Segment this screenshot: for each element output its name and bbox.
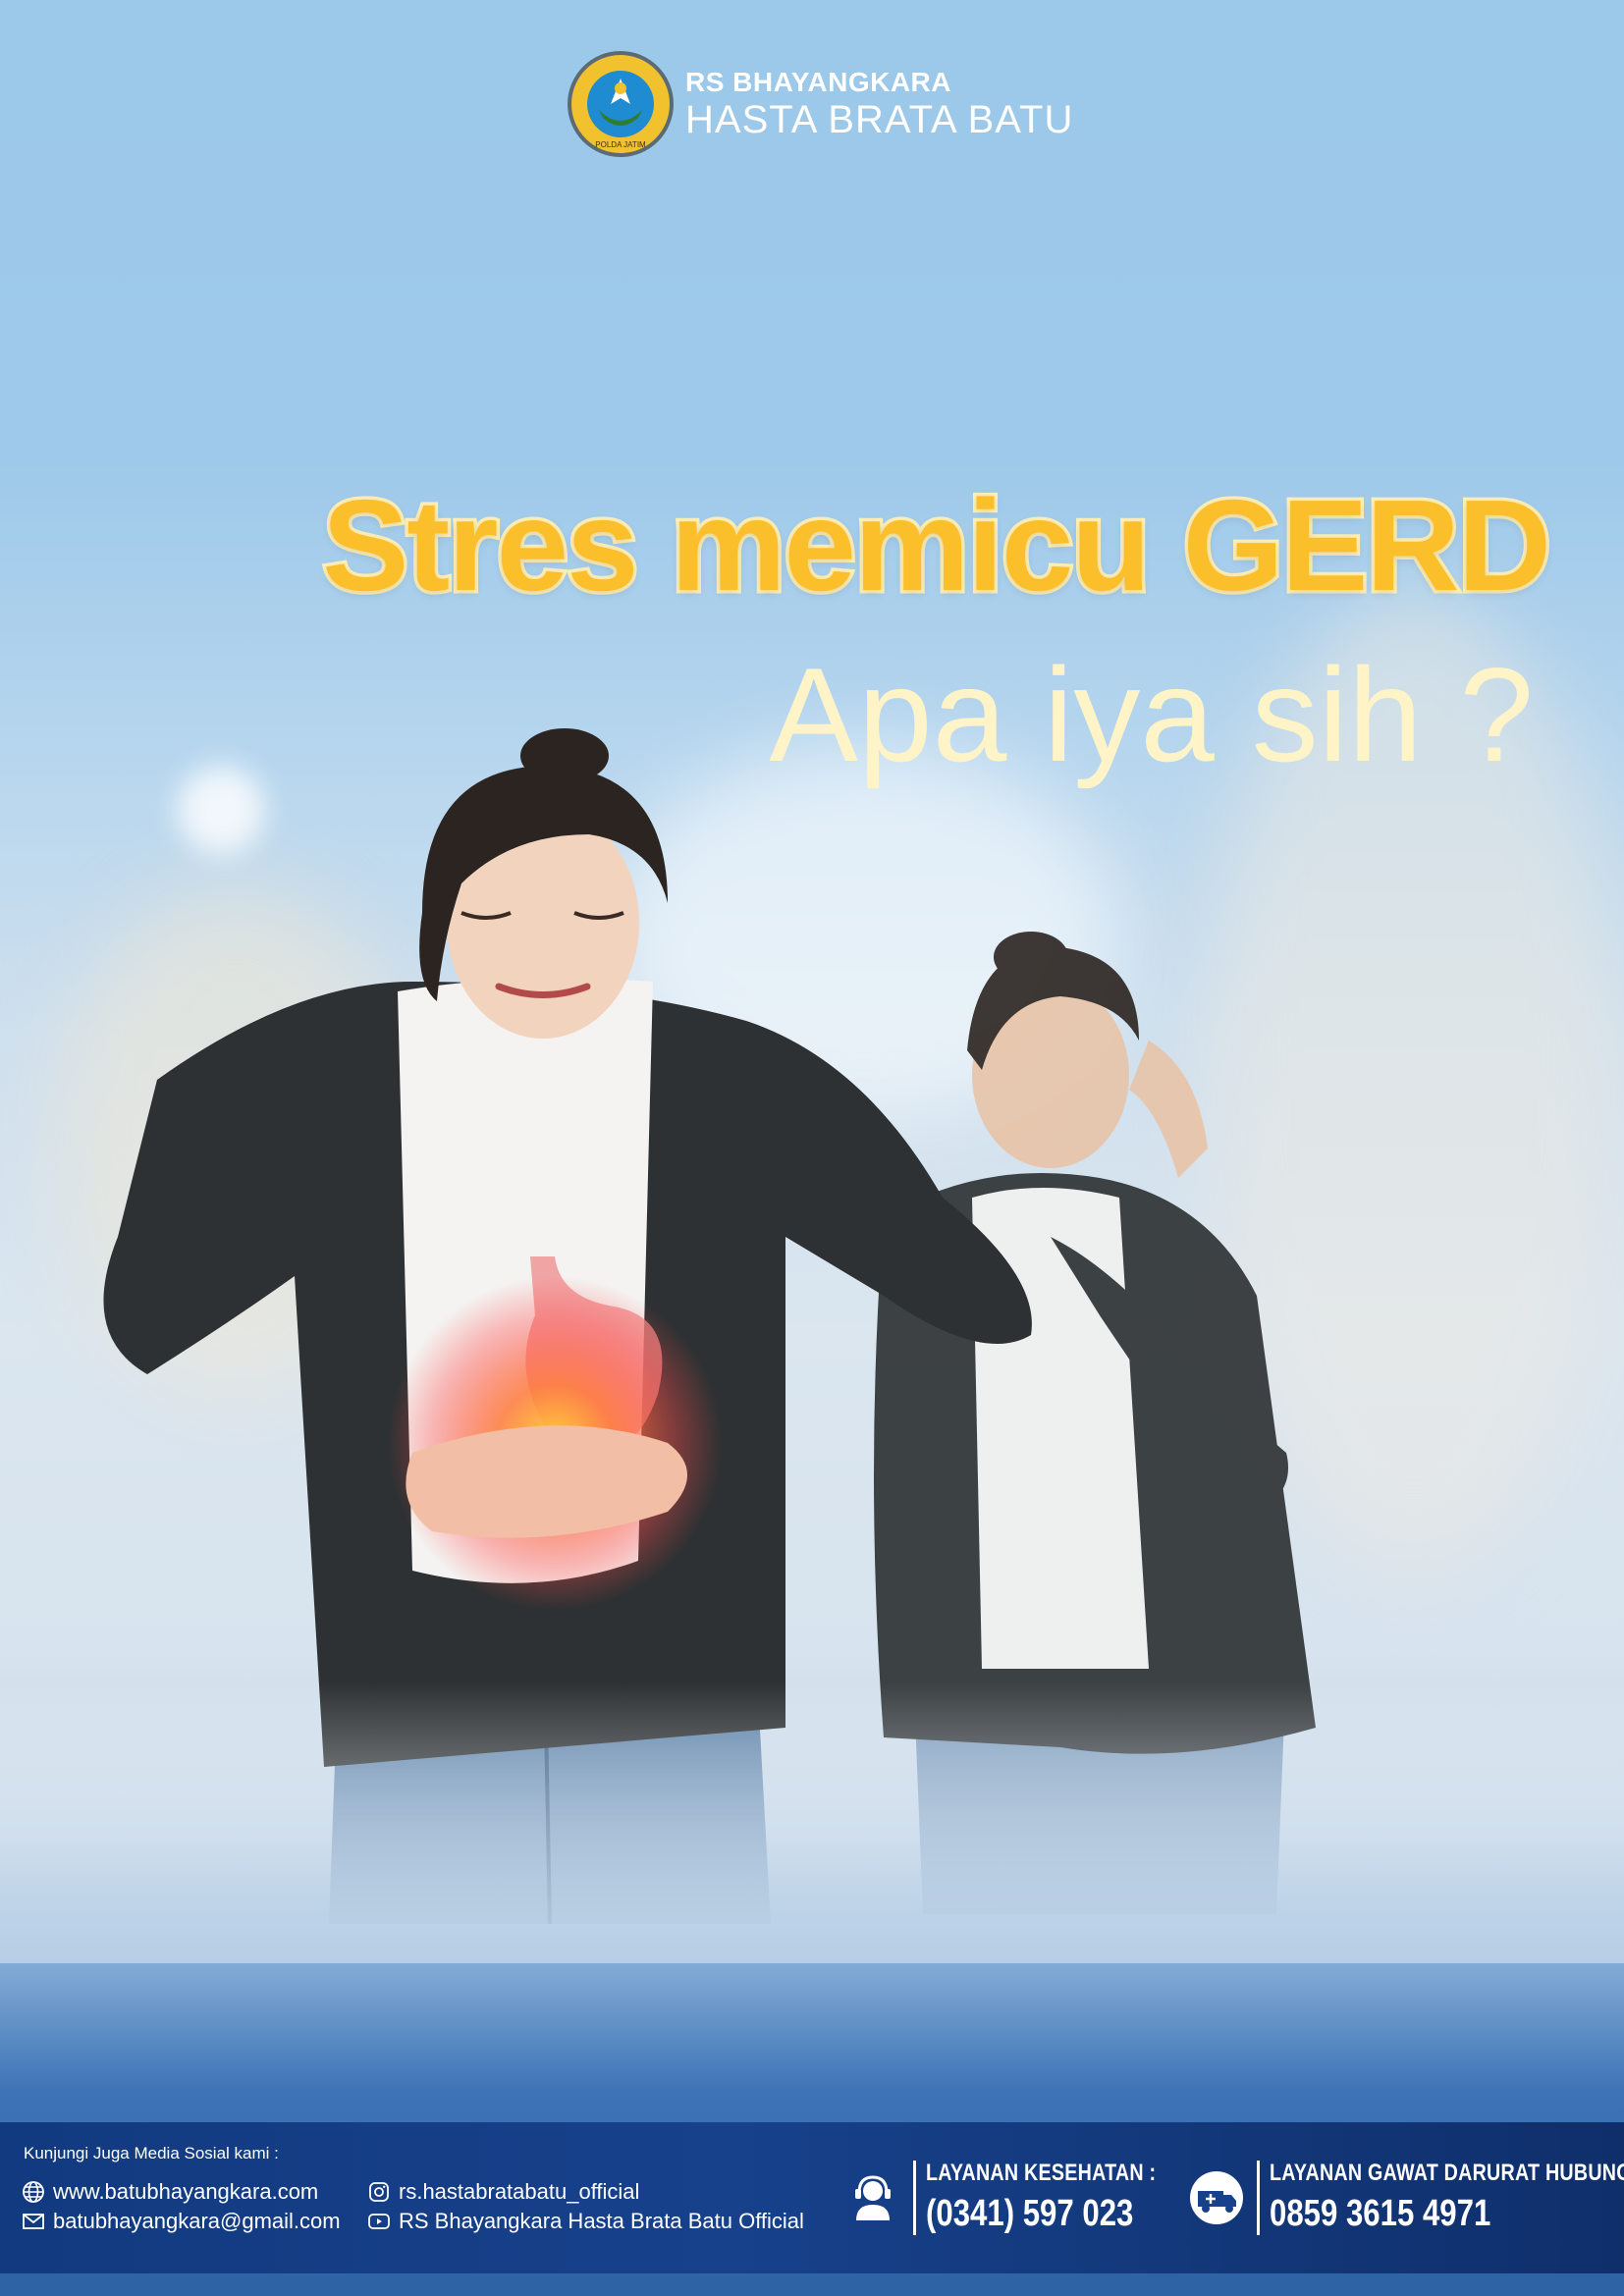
poster: POLDA JATIM RS BHAYANGKARA HASTA BRATA B…	[0, 0, 1624, 2296]
youtube-link[interactable]: RS Bhayangkara Hasta Brata Batu Official	[367, 2209, 804, 2234]
emergency-contact[interactable]: LAYANAN GAWAT DARURAT HUBUNGI : 0859 361…	[1188, 2160, 1624, 2235]
footer: Kunjungi Juga Media Sosial kami : www.ba…	[0, 2122, 1624, 2273]
instagram-icon	[369, 2182, 389, 2202]
brand-line1: RS BHAYANGKARA	[685, 67, 951, 97]
emergency-number[interactable]: 0859 3615 4971	[1270, 2193, 1624, 2235]
women-illustration	[0, 687, 1624, 1963]
mail-icon	[23, 2214, 44, 2229]
health-service-contact[interactable]: LAYANAN KESEHATAN : (0341) 597 023	[844, 2160, 1207, 2235]
instagram-text: rs.hastabratabatu_official	[399, 2179, 640, 2204]
divider	[913, 2160, 916, 2235]
headset-icon	[855, 2174, 891, 2220]
instagram-link[interactable]: rs.hastabratabatu_official	[367, 2179, 639, 2205]
divider	[1257, 2160, 1260, 2235]
hospital-logo: POLDA JATIM RS BHAYANGKARA HASTA BRATA B…	[566, 49, 1073, 159]
email-text: batubhayangkara@gmail.com	[53, 2209, 341, 2233]
health-service-label: LAYANAN KESEHATAN :	[926, 2160, 1157, 2186]
ambulance-icon	[1190, 2170, 1243, 2224]
email-link[interactable]: batubhayangkara@gmail.com	[22, 2209, 341, 2234]
youtube-text: RS Bhayangkara Hasta Brata Batu Official	[399, 2209, 804, 2233]
headline: Stres memicu GERD	[319, 470, 1555, 621]
health-service-number[interactable]: (0341) 597 023	[926, 2193, 1156, 2235]
hospital-seal-icon: POLDA JATIM	[568, 51, 674, 157]
emergency-label: LAYANAN GAWAT DARURAT HUBUNGI :	[1270, 2160, 1624, 2186]
footer-strip	[0, 2273, 1624, 2296]
social-title: Kunjungi Juga Media Sosial kami :	[24, 2144, 279, 2163]
globe-icon	[23, 2181, 44, 2203]
brand-line2: HASTA BRATA BATU	[685, 98, 1074, 141]
youtube-icon	[368, 2214, 390, 2229]
svg-text:POLDA JATIM: POLDA JATIM	[595, 140, 646, 149]
website-link[interactable]: www.batubhayangkara.com	[22, 2179, 318, 2205]
website-text: www.batubhayangkara.com	[53, 2179, 319, 2204]
